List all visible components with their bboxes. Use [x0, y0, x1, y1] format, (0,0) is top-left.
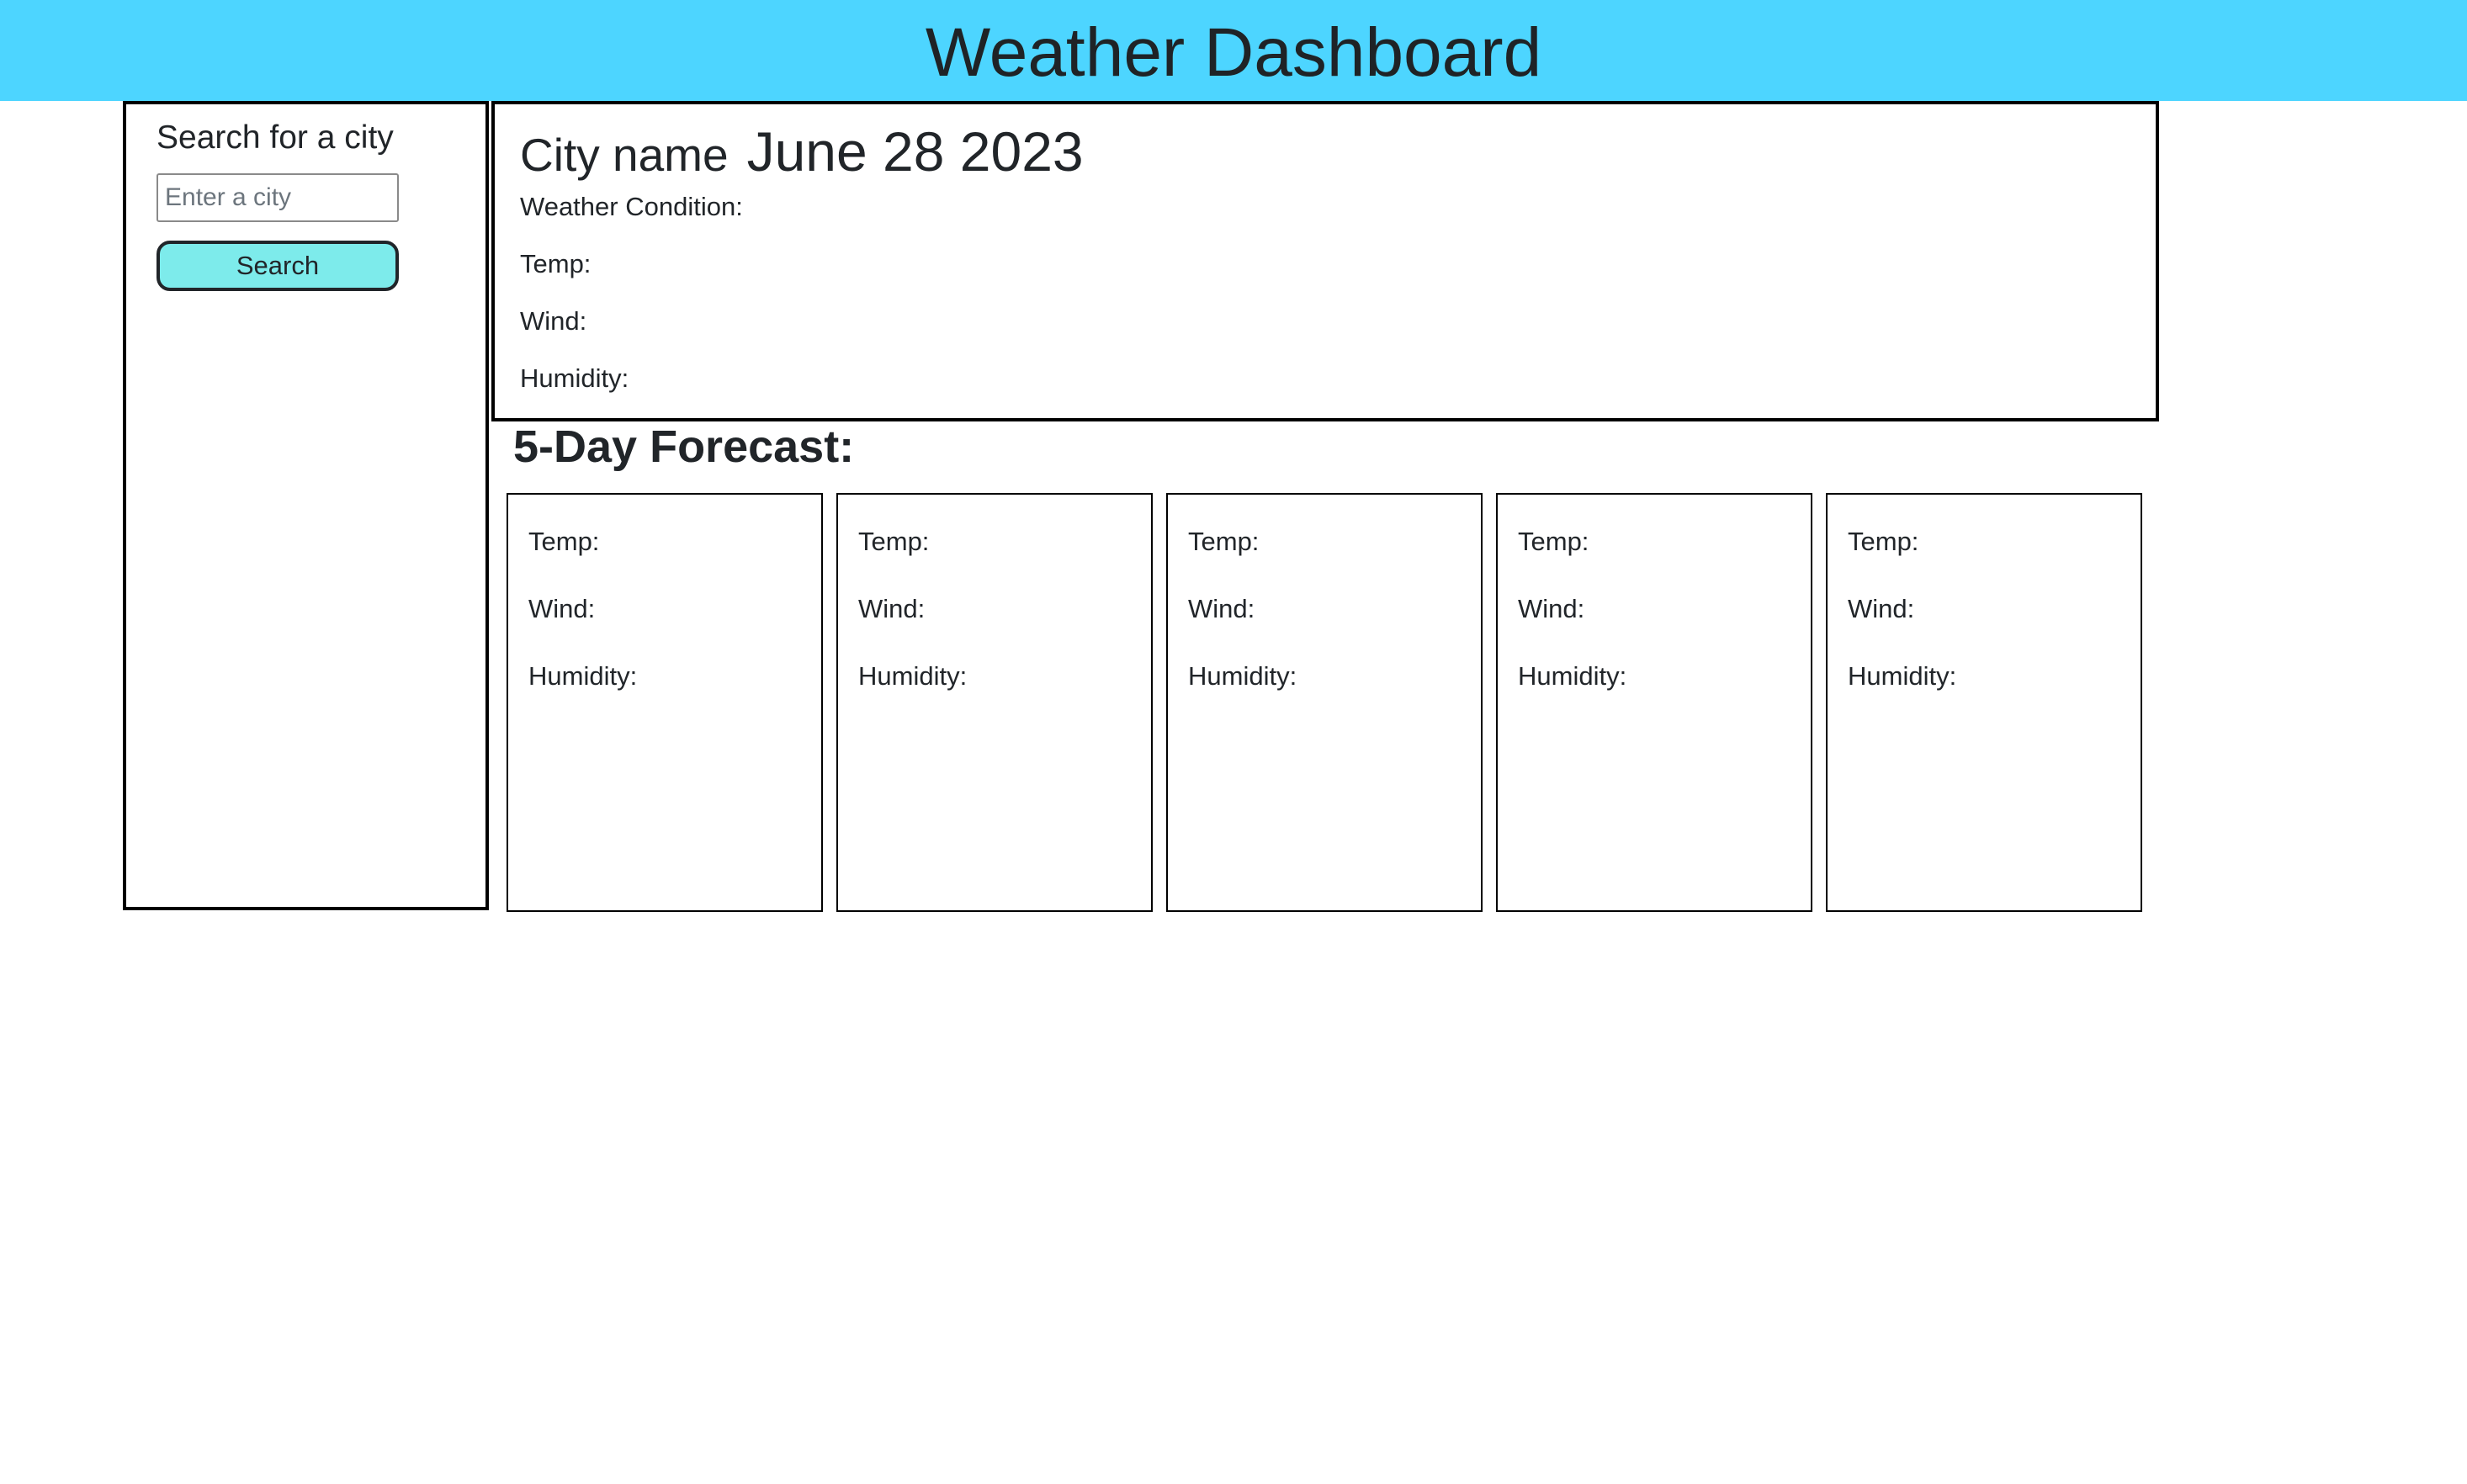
forecast-humidity-label: Humidity:	[1848, 661, 1957, 691]
forecast-temp-label: Temp:	[1518, 527, 1589, 556]
page-title: Weather Dashboard	[925, 14, 1542, 91]
forecast-card-1: Temp: Wind: Humidity:	[507, 493, 823, 912]
forecast-temp-label: Temp:	[1188, 527, 1260, 556]
city-heading: City name June 28 2023	[520, 119, 1084, 183]
humidity-label: Humidity:	[520, 363, 629, 393]
forecast-card-5: Temp: Wind: Humidity:	[1826, 493, 2142, 912]
forecast-humidity-label: Humidity:	[1188, 661, 1297, 691]
forecast-temp-label: Temp:	[528, 527, 600, 556]
temp-label: Temp:	[520, 249, 592, 278]
forecast-wind-label: Wind:	[1848, 594, 1915, 623]
search-button[interactable]: Search	[157, 241, 399, 291]
search-sidebar: Search for a city Search	[123, 101, 489, 910]
forecast-humidity-label: Humidity:	[528, 661, 638, 691]
forecast-card-3: Temp: Wind: Humidity:	[1166, 493, 1483, 912]
forecast-card-4: Temp: Wind: Humidity:	[1496, 493, 1812, 912]
forecast-temp-label: Temp:	[1848, 527, 1919, 556]
search-heading: Search for a city	[157, 119, 394, 156]
wind-label: Wind:	[520, 306, 587, 336]
current-date: June 28 2023	[746, 120, 1084, 183]
forecast-wind-label: Wind:	[1188, 594, 1255, 623]
forecast-wind-label: Wind:	[1518, 594, 1585, 623]
forecast-temp-label: Temp:	[858, 527, 930, 556]
city-search-input[interactable]	[157, 173, 399, 222]
weather-condition-label: Weather Condition:	[520, 192, 743, 221]
app-header: Weather Dashboard	[0, 0, 2467, 101]
forecast-humidity-label: Humidity:	[858, 661, 968, 691]
forecast-wind-label: Wind:	[528, 594, 596, 623]
forecast-humidity-label: Humidity:	[1518, 661, 1627, 691]
city-name: City name	[520, 129, 729, 181]
forecast-heading: 5-Day Forecast:	[513, 421, 855, 472]
forecast-wind-label: Wind:	[858, 594, 926, 623]
forecast-card-2: Temp: Wind: Humidity:	[836, 493, 1153, 912]
current-weather-panel: City name June 28 2023 Weather Condition:…	[491, 101, 2159, 421]
